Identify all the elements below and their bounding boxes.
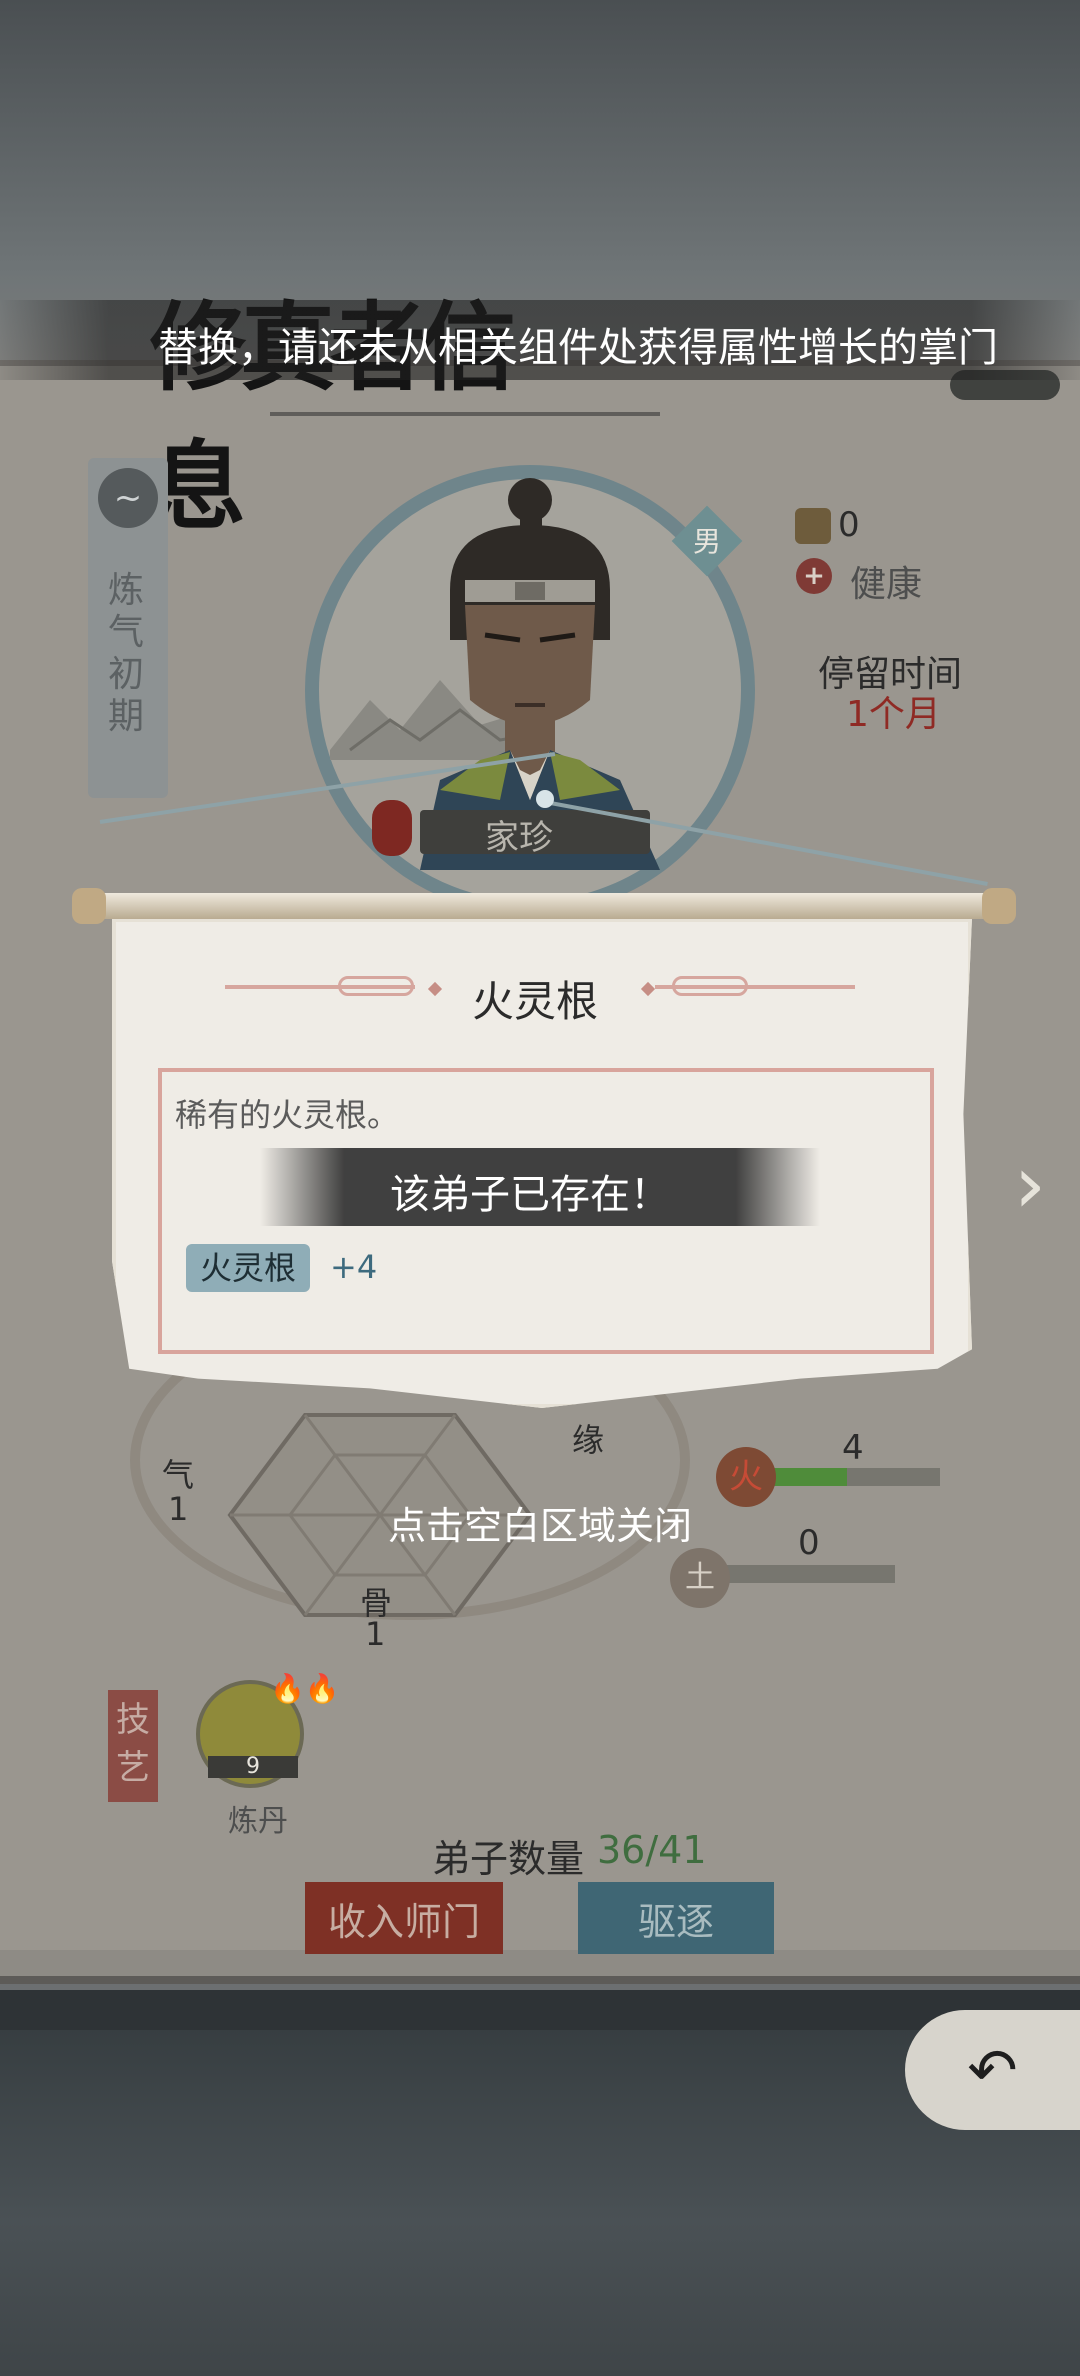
spirit-stone-icon [795, 508, 831, 544]
fire-progress-fill [770, 1468, 847, 1486]
disciple-count-value: 36/41 [597, 1828, 707, 1872]
earth-element-icon: 土 [670, 1548, 730, 1608]
title-underline [270, 412, 660, 416]
scroll-rod-cap [982, 888, 1016, 924]
accept-disciple-button[interactable]: 收入师门 [305, 1882, 503, 1954]
hanging-pin [536, 790, 554, 808]
exists-message: 该弟子已存在！ [390, 1172, 670, 1218]
disciple-count-label: 弟子数量 [432, 1837, 585, 1881]
fire-value: 4 [842, 1428, 864, 1468]
stay-time-value: 1个月 [846, 694, 941, 735]
bottom-divider [0, 1990, 1080, 2030]
disciple-name: 家珍 [485, 818, 553, 858]
attribute-bonus: +4 [330, 1248, 378, 1286]
scroll-rod-cap [72, 888, 106, 924]
cloud-ornament [338, 976, 414, 996]
skills-tag: 技艺 [108, 1690, 158, 1802]
health-status: 健康 [850, 564, 923, 605]
health-cross-icon: + [796, 558, 832, 594]
attribute-tag: 火灵根 [186, 1244, 310, 1292]
expel-button[interactable]: 驱逐 [578, 1882, 774, 1954]
gender-label: 男 [692, 525, 721, 558]
close-hint[interactable]: 点击空白区域关闭 [0, 1495, 1080, 1550]
toast-text: 替换，请还未从相关组件处获得属性增长的掌门 [158, 325, 998, 371]
scroll-rod [72, 893, 1016, 919]
modal-title: 火灵根 [472, 977, 599, 1026]
bone-value: 1 [365, 1615, 386, 1653]
chevron-right-icon[interactable]: › [1000, 1140, 1060, 1230]
skill-level: 9 [208, 1756, 298, 1778]
flame-icon: 🔥🔥 [270, 1672, 340, 1705]
skill-name: 炼丹 [228, 1804, 288, 1839]
rank-swirl-icon: ~ [98, 468, 158, 528]
fate-label: 缘 [572, 1421, 605, 1459]
rename-button[interactable] [372, 800, 412, 856]
cloud-ornament [672, 976, 748, 996]
modal-description: 稀有的火灵根。 [175, 1096, 400, 1134]
earth-progress-track [725, 1565, 895, 1583]
rank-label: 炼气初期 [107, 570, 144, 737]
spirit-stone-count: 0 [838, 505, 860, 545]
back-arrow-icon[interactable]: ↶ [905, 2010, 1080, 2130]
